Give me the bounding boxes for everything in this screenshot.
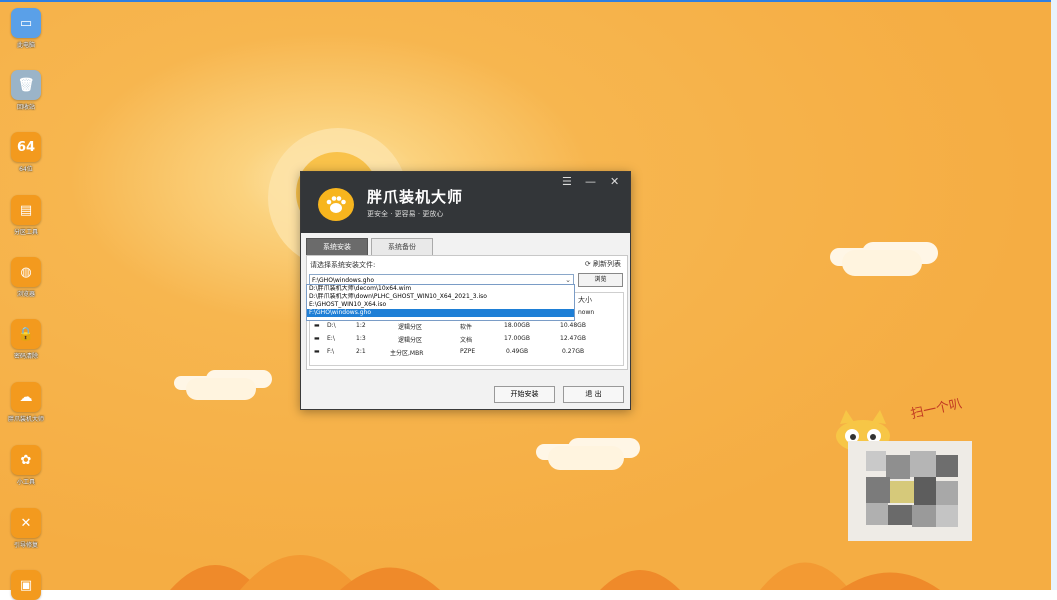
desktop-icon-label: 此电脑 bbox=[16, 42, 35, 49]
64bit-icon: 64 bbox=[11, 132, 41, 162]
tab-system-backup[interactable]: 系统备份 bbox=[371, 238, 433, 256]
refresh-icon: ⟳ bbox=[584, 260, 591, 268]
cloud bbox=[842, 250, 922, 276]
desktop-icon-3[interactable]: ▤ 分区工具 bbox=[4, 195, 48, 236]
desktop-icon-2[interactable]: 64 64位 bbox=[4, 132, 48, 173]
recycle-bin-icon: 🗑 bbox=[11, 70, 41, 100]
desktop-icon-8[interactable]: ✕ 引导修复 bbox=[4, 508, 48, 549]
desktop-icon-label: 密码清除 bbox=[13, 353, 38, 360]
desktop-icon-9[interactable]: ▣ bbox=[4, 570, 48, 600]
desktop-icon-6[interactable]: ☁ 胖爪装机大师 bbox=[4, 382, 48, 423]
install-file-value: F:\GHO\windows.gho bbox=[312, 277, 375, 284]
app-title: 胖爪装机大师 bbox=[367, 188, 464, 206]
refresh-list-button[interactable]: ⟳ 刷新列表 bbox=[585, 259, 621, 269]
table-row[interactable]: ▬ D:\ 1:2 逻辑分区 软件 18.00GB 10.48GB bbox=[310, 320, 623, 333]
select-file-prompt: 请选择系统安装文件: bbox=[310, 261, 376, 269]
drive-icon: ▬ bbox=[314, 335, 320, 342]
cloud bbox=[186, 378, 256, 400]
total-cell: 0.49GB bbox=[506, 348, 529, 355]
label-cell: 软件 bbox=[460, 324, 473, 331]
menu-icon[interactable]: ☰ bbox=[562, 175, 572, 188]
desktop-icon-label: 胖爪装机大师 bbox=[7, 416, 44, 423]
desktop-icon-label: 分区工具 bbox=[13, 229, 38, 236]
drive-icon: ▬ bbox=[314, 348, 320, 355]
total-cell: 18.00GB bbox=[504, 322, 530, 329]
desktop-icon-1[interactable]: 🗑 回收站 bbox=[4, 70, 48, 111]
index-cell: 2:1 bbox=[356, 348, 366, 355]
exit-button[interactable]: 退 出 bbox=[563, 386, 624, 403]
globe-icon: ◍ bbox=[11, 257, 41, 287]
screen-edge bbox=[1051, 0, 1057, 590]
minimize-icon[interactable]: — bbox=[585, 175, 596, 188]
free-cell: 0.27GB bbox=[562, 348, 585, 355]
cloud bbox=[548, 446, 624, 470]
desktop-icon-label: 回收站 bbox=[16, 104, 35, 111]
type-cell: 逻辑分区 bbox=[398, 324, 423, 331]
top-highlight-line bbox=[0, 0, 1057, 2]
column-header-size: 大小 bbox=[578, 296, 592, 304]
free-cell: 10.48GB bbox=[560, 322, 586, 329]
index-cell: 1:2 bbox=[356, 322, 366, 329]
install-file-dropdown: D:\胖爪装机大师\decom\10x64.wim D:\胖爪装机大师\down… bbox=[306, 284, 575, 321]
tab-system-install[interactable]: 系统安装 bbox=[306, 238, 368, 256]
disk-icon: ▤ bbox=[11, 195, 41, 225]
free-cell: 12.47GB bbox=[560, 335, 586, 342]
close-icon[interactable]: ✕ bbox=[610, 175, 619, 188]
type-cell: 逻辑分区 bbox=[398, 337, 423, 344]
paw-logo-icon bbox=[318, 188, 354, 221]
start-install-button[interactable]: 开始安装 bbox=[494, 386, 555, 403]
desktop-icon-7[interactable]: ✿ 小工具 bbox=[4, 445, 48, 486]
drive-icon: ▬ bbox=[314, 322, 320, 329]
dropdown-option[interactable]: D:\胖爪装机大师\decom\10x64.wim bbox=[307, 285, 574, 293]
dropdown-option-selected[interactable]: F:\GHO\windows.gho bbox=[307, 309, 574, 317]
desktop-icon-label: 引导修复 bbox=[13, 542, 38, 549]
qr-code bbox=[848, 441, 972, 541]
window-header: 胖爪装机大师 更安全 · 更容易 · 更放心 ☰ — ✕ bbox=[301, 172, 630, 233]
computer-icon: ▭ bbox=[11, 8, 41, 38]
drive-cell: F:\ bbox=[327, 348, 335, 355]
table-row[interactable]: ▬ E:\ 1:3 逻辑分区 文档 17.00GB 12.47GB bbox=[310, 333, 623, 346]
remote-icon: ▣ bbox=[11, 570, 41, 600]
dropdown-option[interactable]: E:\GHOST_WIN10_X64.iso bbox=[307, 301, 574, 309]
refresh-label: 刷新列表 bbox=[593, 260, 621, 268]
label-cell: 文档 bbox=[460, 337, 473, 344]
drive-cell: D:\ bbox=[327, 322, 336, 329]
app-subtitle: 更安全 · 更容易 · 更放心 bbox=[367, 210, 444, 218]
table-row[interactable]: ▬ F:\ 2:1 主分区,MBR PZPE 0.49GB 0.27GB bbox=[310, 346, 623, 359]
leaf-icon: ✿ bbox=[11, 445, 41, 475]
dropdown-option[interactable]: D:\胖爪装机大师\down\PLHC_GHOST_WIN10_X64_2021… bbox=[307, 293, 574, 301]
tools-icon: ✕ bbox=[11, 508, 41, 538]
desktop-icon-label: 64位 bbox=[19, 166, 33, 173]
desktop-icon-0[interactable]: ▭ 此电脑 bbox=[4, 8, 48, 49]
desktop-icon-label: 浏览器 bbox=[16, 291, 35, 298]
paw-icon: ☁ bbox=[11, 382, 41, 412]
handwriting-text: 扫一个叭 bbox=[909, 396, 964, 423]
desktop-icon-4[interactable]: ◍ 浏览器 bbox=[4, 257, 48, 298]
drive-cell: E:\ bbox=[327, 335, 335, 342]
desktop-icon-label: 小工具 bbox=[16, 479, 35, 486]
index-cell: 1:3 bbox=[356, 335, 366, 342]
partial-cell: nown bbox=[578, 309, 595, 316]
total-cell: 17.00GB bbox=[504, 335, 530, 342]
browse-button[interactable]: 浏览 bbox=[578, 273, 623, 287]
label-cell: PZPE bbox=[460, 348, 476, 355]
type-cell: 主分区,MBR bbox=[390, 350, 424, 357]
desktop-icon-5[interactable]: 🔒 密码清除 bbox=[4, 319, 48, 360]
lock-icon: 🔒 bbox=[11, 319, 41, 349]
